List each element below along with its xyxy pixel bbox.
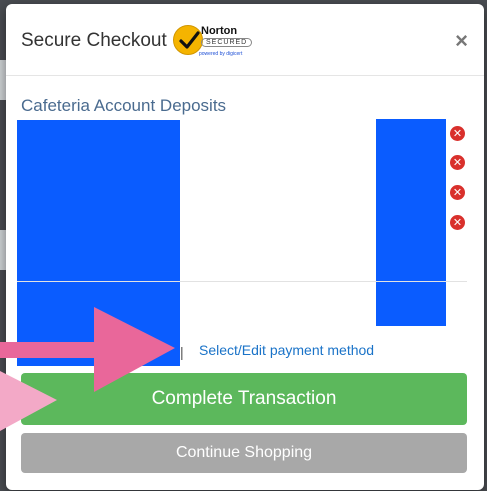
- payment-separator: |: [180, 344, 184, 360]
- close-icon[interactable]: ×: [455, 30, 468, 52]
- norton-secured-text: SECURED: [201, 38, 253, 47]
- redacted-block: [376, 119, 446, 326]
- checkout-modal: Secure Checkout Norton SECURED powered b…: [6, 4, 484, 490]
- norton-secured-badge: Norton SECURED powered by digicert: [173, 21, 253, 63]
- redacted-block: [17, 120, 180, 366]
- remove-item-icon[interactable]: ✕: [450, 126, 465, 141]
- modal-header: Secure Checkout Norton SECURED powered b…: [6, 4, 484, 76]
- norton-powered-text: powered by digicert: [199, 51, 243, 57]
- divider: [17, 281, 467, 282]
- section-title: Cafeteria Account Deposits: [21, 96, 227, 115]
- remove-item-icon[interactable]: ✕: [450, 215, 465, 230]
- remove-item-icon[interactable]: ✕: [450, 185, 465, 200]
- norton-brand-text: Norton: [201, 25, 238, 37]
- remove-item-icon[interactable]: ✕: [450, 155, 465, 170]
- complete-transaction-button[interactable]: Complete Transaction: [21, 373, 467, 425]
- continue-shopping-button[interactable]: Continue Shopping: [21, 433, 467, 473]
- modal-title: Secure Checkout: [21, 30, 167, 51]
- select-edit-payment-link[interactable]: Select/Edit payment method: [199, 342, 374, 358]
